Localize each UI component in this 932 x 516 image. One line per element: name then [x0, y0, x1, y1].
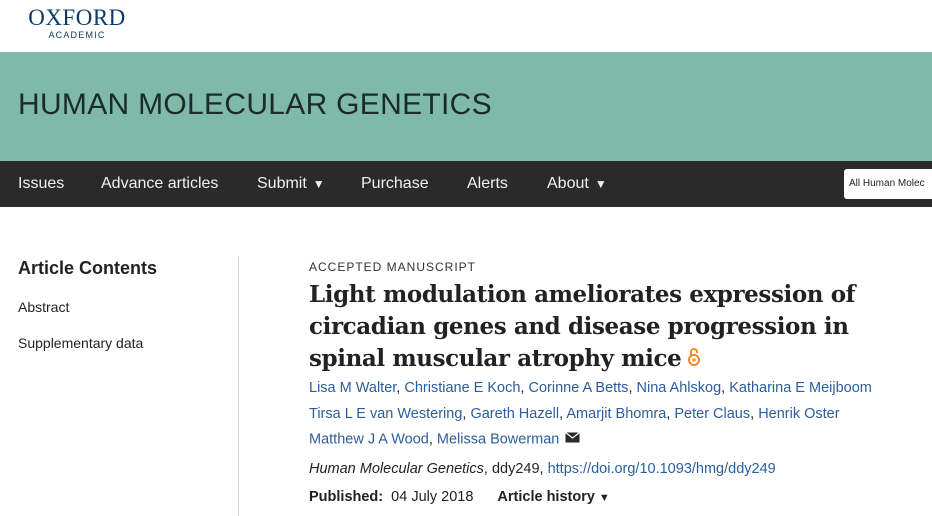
nav-issues-label: Issues [18, 175, 65, 192]
article-history-label: Article history [497, 489, 595, 505]
sidebar-item-supplementary-data[interactable]: Supplementary data [18, 335, 143, 351]
citation-id: , ddy249, [483, 461, 548, 477]
sidebar-item-abstract[interactable]: Abstract [18, 299, 69, 315]
author-link[interactable]: Katharina E Meijboom [729, 380, 872, 396]
nav-purchase[interactable]: Purchase [361, 161, 429, 207]
nav-alerts-label: Alerts [467, 175, 508, 192]
author-separator: , [628, 380, 637, 396]
citation-line: Human Molecular Genetics, ddy249, https:… [309, 461, 776, 477]
search-scope-select[interactable]: All Human Molec [844, 169, 932, 199]
sidebar-divider [238, 256, 239, 516]
nav-issues[interactable]: Issues [18, 161, 64, 207]
author-link[interactable]: Gareth Hazell [470, 406, 559, 422]
journal-banner: HUMAN MOLECULAR GENETICS [0, 52, 932, 161]
nav-about-label: About [547, 175, 589, 192]
nav-advance-articles[interactable]: Advance articles [101, 161, 218, 207]
article-title: Light modulation ameliorates expression … [309, 279, 929, 376]
author-link[interactable]: Amarjit Bhomra [566, 406, 666, 422]
open-access-icon [687, 344, 701, 376]
author-link[interactable]: Henrik Oster [758, 406, 839, 422]
publication-info: Published: 04 July 2018 Article history ▼ [309, 489, 610, 505]
author-link[interactable]: Peter Claus [674, 406, 750, 422]
citation-journal: Human Molecular Genetics [309, 461, 484, 477]
chevron-down-icon: ▼ [312, 177, 325, 191]
author-link[interactable]: Tirsa L E van Westering [309, 406, 462, 422]
author-separator: , [750, 405, 759, 422]
article-title-text: Light modulation ameliorates expression … [309, 281, 856, 372]
sidebar-title: Article Contents [18, 258, 158, 278]
author-link[interactable]: Melissa Bowerman [437, 432, 560, 448]
top-header: OXFORD ACADEMIC [0, 0, 932, 52]
doi-link[interactable]: https://doi.org/10.1093/hmg/ddy249 [548, 461, 776, 477]
author-link[interactable]: Nina Ahlskog [637, 380, 722, 396]
author-separator: , [721, 380, 730, 396]
envelope-icon[interactable] [565, 427, 581, 453]
published-label: Published: [309, 489, 384, 505]
journal-title[interactable]: HUMAN MOLECULAR GENETICS [18, 88, 492, 122]
author-link[interactable]: Matthew J A Wood [309, 432, 429, 448]
nav-purchase-label: Purchase [361, 175, 429, 192]
nav-advance-articles-label: Advance articles [101, 175, 219, 192]
logo-subtitle: ACADEMIC [48, 30, 106, 40]
author-link[interactable]: Corinne A Betts [528, 380, 628, 396]
author-link[interactable]: Lisa M Walter [309, 380, 396, 396]
main-navigation: Issues Advance articles Submit ▼ Purchase… [0, 161, 932, 207]
logo-wordmark: OXFORD [28, 5, 126, 30]
nav-submit-label: Submit [257, 175, 307, 192]
chevron-down-icon: ▼ [598, 492, 610, 504]
author-link[interactable]: Christiane E Koch [404, 380, 520, 396]
article-history-toggle[interactable]: Article history ▼ [497, 489, 609, 505]
article-type-label: ACCEPTED MANUSCRIPT [309, 260, 477, 274]
article-contents-sidebar: Article Contents Abstract Supplementary … [18, 258, 238, 351]
published-date: 04 July 2018 [391, 489, 474, 505]
chevron-down-icon: ▼ [594, 177, 607, 191]
author-list: Lisa M Walter, Christiane E Koch, Corinn… [309, 376, 929, 453]
nav-about[interactable]: About ▼ [547, 161, 607, 207]
author-separator: , [428, 431, 437, 448]
nav-alerts[interactable]: Alerts [467, 161, 508, 207]
oxford-academic-logo[interactable]: OXFORD ACADEMIC [17, 5, 137, 41]
nav-submit[interactable]: Submit ▼ [257, 161, 325, 207]
